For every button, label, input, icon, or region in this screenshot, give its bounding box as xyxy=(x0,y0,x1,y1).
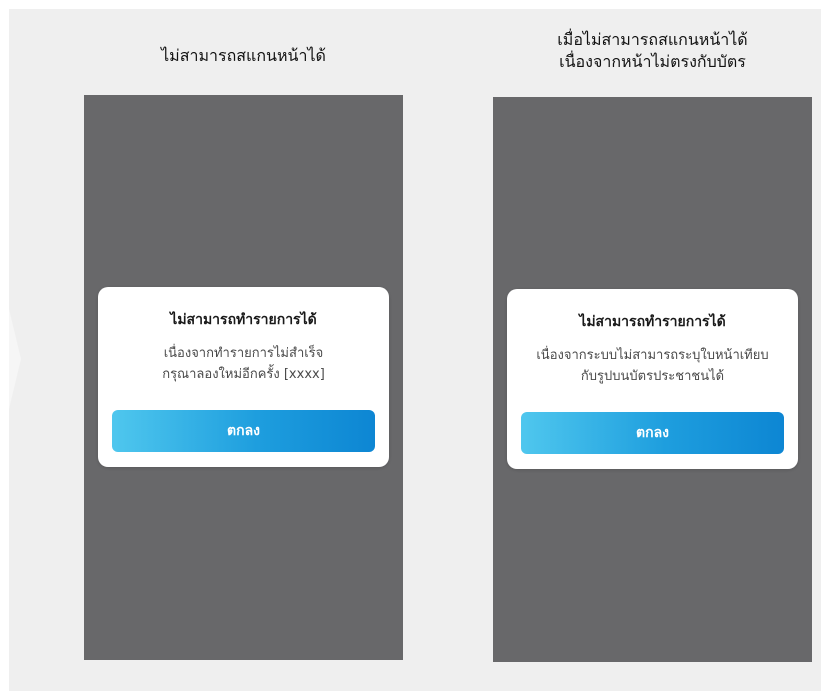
dialog-message-line: เนื่องจากทำรายการไม่สำเร็จ xyxy=(163,346,324,361)
phone-screen-2: ไม่สามารถทำรายการได้ เนื่องจากระบบไม่สาม… xyxy=(493,97,812,662)
dialog-message-line: กับรูปบนบัตรประชาชนได้ xyxy=(580,369,725,384)
phone-screen-1: ไม่สามารถทำรายการได้ เนื่องจากทำรายการไม… xyxy=(84,95,403,660)
dialog-message: เนื่องจากทำรายการไม่สำเร็จ กรุณาลองใหม่อ… xyxy=(98,343,389,385)
ok-button[interactable]: ตกลง xyxy=(112,410,375,452)
dialog-message-line: กรุณาลองใหม่อีกครั้ง [xxxx] xyxy=(162,367,325,382)
screen-2-caption: เมื่อไม่สามารถสแกนหน้าได้ เนื่องจากหน้าไ… xyxy=(493,29,812,73)
dialog-message-line: เนื่องจากระบบไม่สามารถระบุใบหน้าเทียบ xyxy=(536,348,769,363)
dialog-message: เนื่องจากระบบไม่สามารถระบุใบหน้าเทียบ กั… xyxy=(507,345,798,387)
ok-button[interactable]: ตกลง xyxy=(521,412,784,454)
caption-line: เนื่องจากหน้าไม่ตรงกับบัตร xyxy=(559,52,746,71)
chevron-right-icon xyxy=(9,309,21,409)
caption-line: เมื่อไม่สามารถสแกนหน้าได้ xyxy=(557,30,748,49)
dialog-title: ไม่สามารถทำรายการได้ xyxy=(579,314,726,330)
screen-1-caption: ไม่สามารถสแกนหน้าได้ xyxy=(84,45,403,67)
caption-line: ไม่สามารถสแกนหน้าได้ xyxy=(161,46,326,65)
error-dialog: ไม่สามารถทำรายการได้ เนื่องจากระบบไม่สาม… xyxy=(507,289,798,469)
dialog-title: ไม่สามารถทำรายการได้ xyxy=(170,312,317,328)
canvas-board: ไม่สามารถสแกนหน้าได้ เมื่อไม่สามารถสแกนห… xyxy=(9,9,821,691)
error-dialog: ไม่สามารถทำรายการได้ เนื่องจากทำรายการไม… xyxy=(98,287,389,467)
